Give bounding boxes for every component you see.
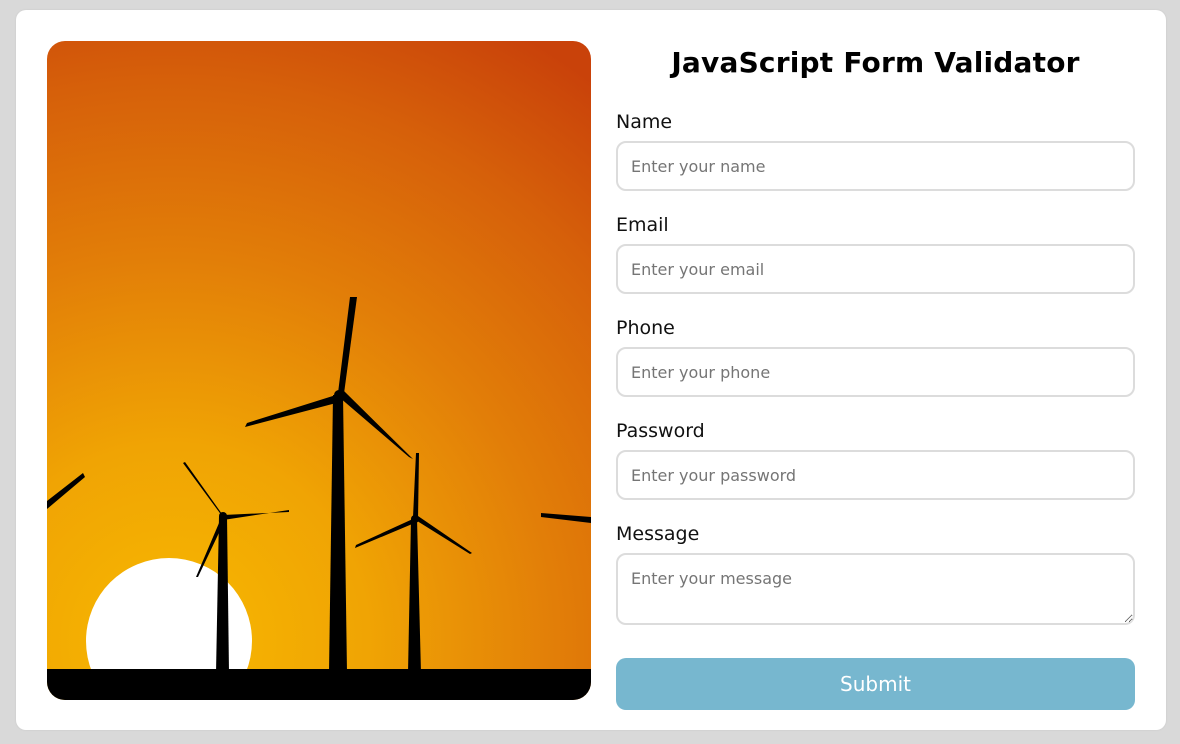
form-title: JavaScript Form Validator — [671, 46, 1080, 79]
email-label: Email — [616, 214, 669, 236]
email-input[interactable] — [616, 244, 1135, 294]
phone-input[interactable] — [616, 347, 1135, 397]
submit-button[interactable]: Submit — [616, 658, 1135, 710]
validator-form: JavaScript Form Validator Name Email Pho… — [616, 41, 1135, 710]
name-input[interactable] — [616, 141, 1135, 191]
password-input[interactable] — [616, 450, 1135, 500]
phone-label: Phone — [616, 317, 675, 339]
name-field-group: Name — [616, 110, 1135, 191]
wind-turbine-illustration — [47, 41, 591, 700]
message-field-group: Message — [616, 522, 1135, 625]
message-label: Message — [616, 523, 700, 545]
ground-shape — [47, 669, 591, 700]
email-field-group: Email — [616, 213, 1135, 294]
name-label: Name — [616, 111, 673, 133]
password-label: Password — [616, 420, 705, 442]
message-textarea[interactable] — [616, 553, 1135, 625]
form-card: JavaScript Form Validator Name Email Pho… — [16, 10, 1166, 730]
password-field-group: Password — [616, 419, 1135, 500]
phone-field-group: Phone — [616, 316, 1135, 397]
